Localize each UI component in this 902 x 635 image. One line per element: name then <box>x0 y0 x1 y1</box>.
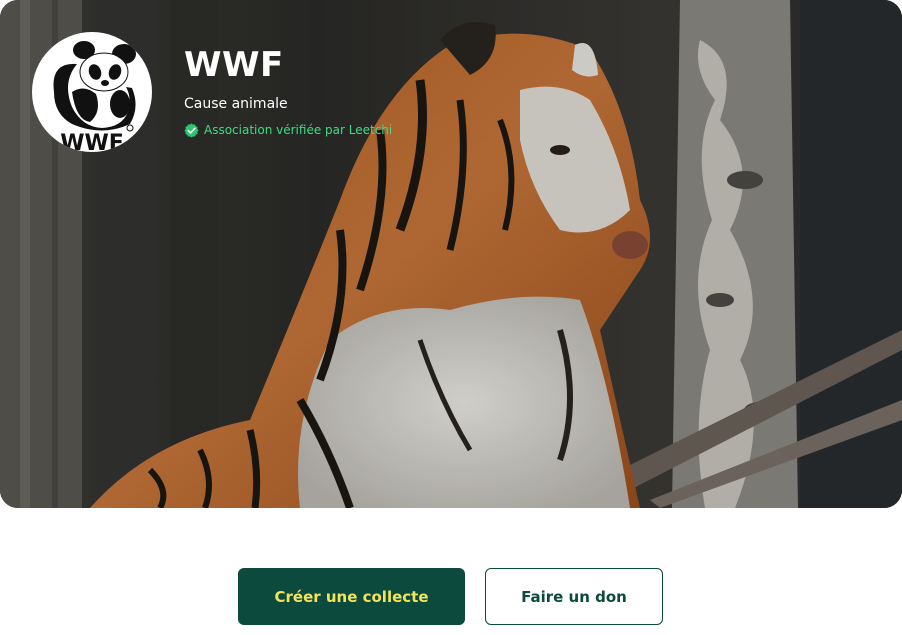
cause-label: Cause animale <box>184 96 288 112</box>
organization-name: WWF <box>184 45 284 85</box>
verified-badge: Association vérifiée par Leetchi <box>184 122 392 138</box>
wwf-panda-logo: WWF <box>32 32 152 152</box>
verified-label: Association vérifiée par Leetchi <box>204 123 393 137</box>
create-fundraiser-button[interactable]: Créer une collecte <box>238 568 465 625</box>
verified-check-icon <box>184 122 199 138</box>
panda-icon: WWF <box>53 41 136 152</box>
hero-banner: WWF WWF Cause animale Association vérifi… <box>0 0 902 508</box>
donate-button[interactable]: Faire un don <box>485 568 663 625</box>
